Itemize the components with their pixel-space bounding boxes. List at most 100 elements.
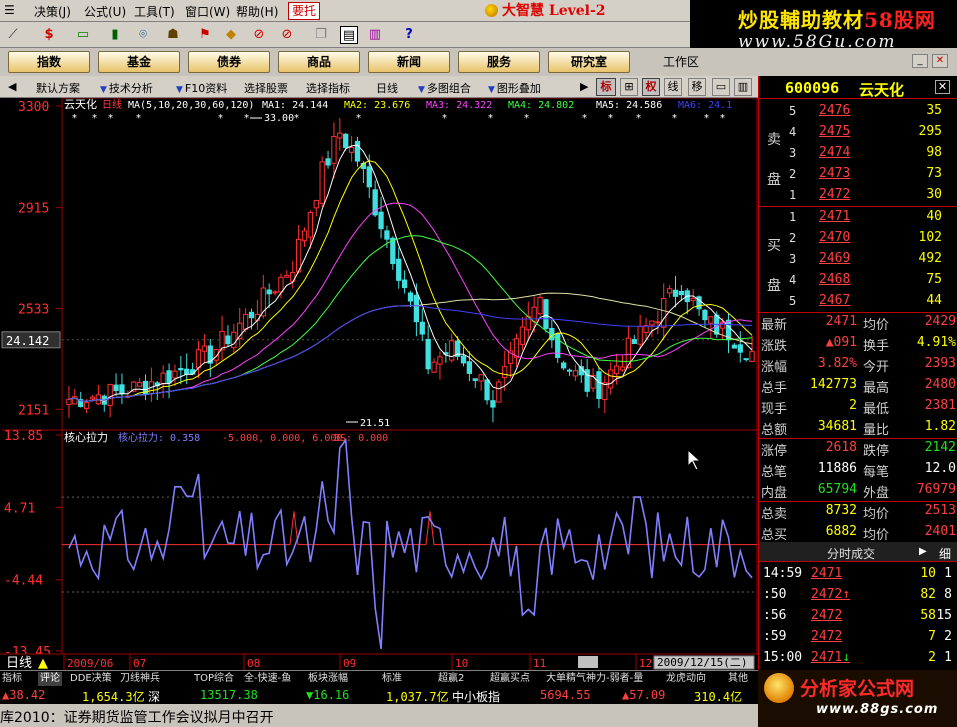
- bid-row[interactable]: 3 2469 492: [789, 250, 954, 271]
- ticks-title[interactable]: 分时成交: [827, 545, 875, 562]
- workarea-label[interactable]: 工作区: [663, 53, 699, 70]
- play-icon[interactable]: ▶: [919, 546, 927, 557]
- no-entry-icon[interactable]: ⊘: [250, 26, 268, 44]
- kline-chart[interactable]: 3300 2915 2533 2151 24.142 云天化 日线 MA(5,10,20,30…: [0, 98, 760, 670]
- bid-price[interactable]: 2470: [819, 230, 850, 245]
- tick-row[interactable]: 14:59 2471 10 1: [759, 564, 957, 585]
- indicator-axis-label: 13.85: [4, 429, 43, 444]
- bid-row[interactable]: 5 2467 44: [789, 292, 954, 313]
- ask-row[interactable]: 1 2472 30: [789, 186, 954, 207]
- current-price-label: 24.142: [6, 334, 49, 348]
- close-panel-icon[interactable]: ✕: [935, 80, 950, 94]
- tick-row[interactable]: 15:00 2471↓ 2 1: [759, 648, 957, 669]
- bid-price[interactable]: 2468: [819, 272, 850, 287]
- bottom-tab[interactable]: 超赢买点: [490, 672, 530, 686]
- tab-research[interactable]: 研究室: [548, 51, 630, 73]
- news-text[interactable]: 库2010：证券期货监管工作会议拟月中召开: [0, 707, 274, 727]
- grid-icon[interactable]: ⊞: [620, 78, 638, 96]
- menu-formula[interactable]: 公式(U): [84, 3, 126, 20]
- mark-button[interactable]: 标: [596, 78, 616, 96]
- candle-body: [107, 383, 113, 406]
- tab-index[interactable]: 指数: [8, 51, 90, 73]
- tab-commodity[interactable]: 商品: [278, 51, 360, 73]
- tab-news[interactable]: 新闻: [368, 51, 450, 73]
- line-tool-icon[interactable]: ⟋: [4, 26, 22, 44]
- f10-button[interactable]: ▼ F10资料: [176, 80, 227, 96]
- diamond-icon[interactable]: ◆: [222, 26, 240, 44]
- ticks-detail-toggle[interactable]: 细: [939, 545, 951, 562]
- tick-row[interactable]: :59 2472 7 2: [759, 627, 957, 648]
- watermark-logo-icon: [764, 673, 794, 703]
- banknote-icon[interactable]: ▭: [74, 26, 92, 44]
- menu-window[interactable]: 窗口(W): [185, 3, 230, 20]
- alert-badge[interactable]: 要托: [288, 2, 321, 20]
- tab-bond[interactable]: 债券: [188, 51, 270, 73]
- ask-price[interactable]: 2475: [819, 124, 850, 139]
- bid-row[interactable]: 1 2471 40: [789, 208, 954, 229]
- books-icon[interactable]: ▥: [366, 26, 384, 44]
- circle-slash-icon[interactable]: ⊘: [278, 26, 296, 44]
- ask-row[interactable]: 3 2474 98: [789, 144, 954, 165]
- ask-price[interactable]: 2474: [819, 145, 850, 160]
- ask-price[interactable]: 2473: [819, 166, 850, 181]
- bid-row[interactable]: 2 2470 102: [789, 229, 954, 250]
- close-icon[interactable]: ✕: [932, 54, 948, 68]
- tick-row[interactable]: :50 2472↑ 82 8: [759, 585, 957, 606]
- select-indicator-button[interactable]: 选择指标: [306, 80, 350, 96]
- candle-body: [602, 382, 608, 400]
- menu-tools[interactable]: 工具(T): [134, 3, 175, 20]
- bottom-tab[interactable]: 指标: [2, 672, 22, 686]
- select-stock-button[interactable]: 选择股票: [244, 80, 288, 96]
- bottom-tab[interactable]: DDE决策: [70, 672, 112, 686]
- ask-price[interactable]: 2476: [819, 103, 850, 118]
- bottom-tab[interactable]: 超赢2: [438, 672, 464, 686]
- copy-icon[interactable]: ❐: [312, 26, 330, 44]
- window-icon[interactable]: ▤: [340, 26, 358, 44]
- bottom-tab[interactable]: 标准: [382, 672, 402, 686]
- bid-price[interactable]: 2469: [819, 251, 850, 266]
- bottom-tab[interactable]: 板块涨幅: [308, 672, 348, 686]
- ask-row[interactable]: 5 2476 35: [789, 102, 954, 123]
- bid-price[interactable]: 2467: [819, 293, 850, 308]
- ask-row[interactable]: 4 2475 295: [789, 123, 954, 144]
- tab-service[interactable]: 服务: [458, 51, 540, 73]
- signal-star-icon: *: [244, 113, 249, 124]
- bid-price[interactable]: 2471: [819, 209, 850, 224]
- bars-icon[interactable]: ▮: [106, 26, 124, 44]
- period-button[interactable]: 日线: [376, 80, 398, 96]
- people-icon[interactable]: ☗: [164, 26, 182, 44]
- bottom-tab[interactable]: 大单精气神力-弱者-量: [546, 672, 643, 686]
- money-icon[interactable]: $: [40, 26, 58, 44]
- help-cursor-icon[interactable]: ?: [400, 26, 418, 44]
- bottom-tab[interactable]: 全-快速-鱼: [244, 672, 291, 686]
- panel-toggle-icon[interactable]: ▥: [734, 78, 752, 96]
- ask-row[interactable]: 2 2473 73: [789, 165, 954, 186]
- tech-analysis-button[interactable]: ▼ 技术分析: [100, 80, 153, 96]
- bottom-tab[interactable]: 评论: [38, 672, 62, 686]
- play-icon[interactable]: ▶: [580, 80, 588, 93]
- tick-row[interactable]: :56 2472 58 15: [759, 606, 957, 627]
- menu-decision[interactable]: 决策(J): [34, 3, 71, 20]
- window-layout-icon[interactable]: ▭: [712, 78, 730, 96]
- menu-help[interactable]: 帮助(H): [236, 3, 278, 20]
- scheme-button[interactable]: 默认方案: [36, 80, 80, 96]
- multi-chart-button[interactable]: ▼ 多图组合: [418, 80, 471, 96]
- minimize-icon[interactable]: _: [912, 54, 928, 68]
- rights-button[interactable]: 权: [642, 78, 660, 96]
- bottom-tab[interactable]: TOP综合: [194, 672, 234, 686]
- ask-price[interactable]: 2472: [819, 187, 850, 202]
- bottom-tab[interactable]: 龙虎动向: [666, 672, 706, 686]
- move-button[interactable]: 移: [688, 78, 706, 96]
- bid-row[interactable]: 4 2468 75: [789, 271, 954, 292]
- news-ticker[interactable]: 库2010：证券期货监管工作会议拟月中召开: [0, 704, 760, 727]
- overlay-button[interactable]: ▼ 图形叠加: [488, 80, 541, 96]
- app-icon[interactable]: ☰: [4, 3, 15, 17]
- tab-fund[interactable]: 基金: [98, 51, 180, 73]
- flag-icon[interactable]: ⚑: [196, 26, 214, 44]
- binoculars-icon[interactable]: ⌾: [134, 26, 152, 44]
- chart-area[interactable]: 3300 2915 2533 2151 24.142 云天化 日线 MA(5,10,20,30…: [0, 98, 760, 670]
- bottom-tab[interactable]: 刀线神兵: [120, 672, 160, 686]
- bottom-tab[interactable]: 其他: [728, 672, 748, 686]
- scroll-left-icon[interactable]: ◀: [8, 80, 16, 93]
- line-button[interactable]: 线: [664, 78, 682, 96]
